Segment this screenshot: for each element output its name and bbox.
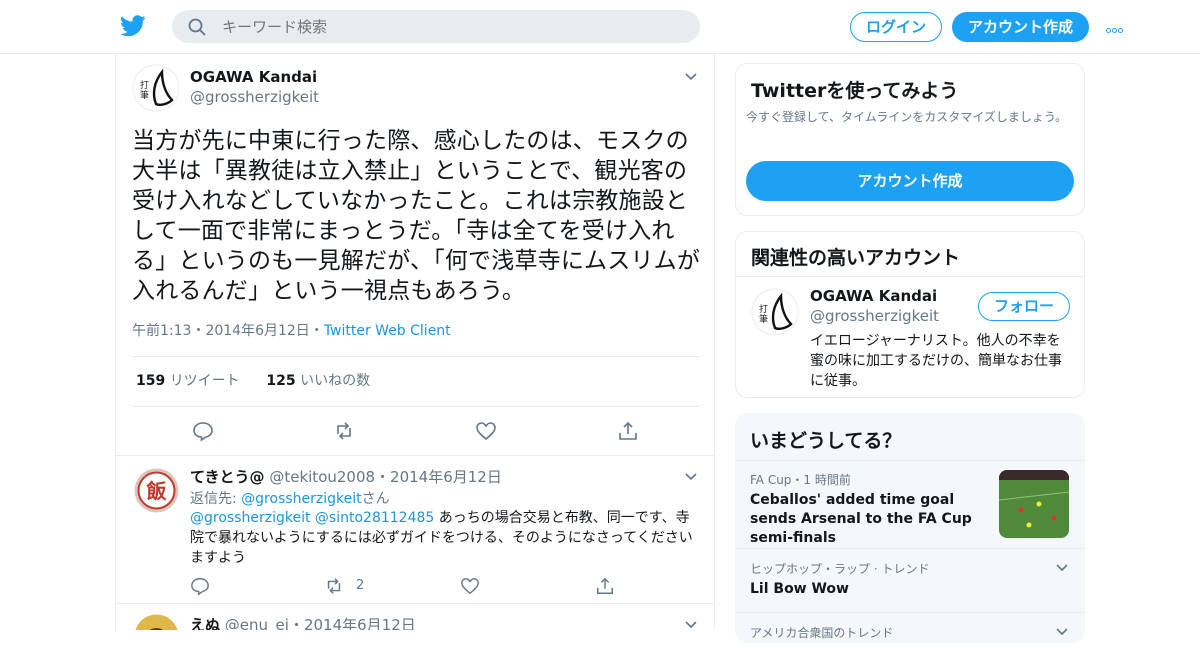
trends-title: いまどうしてる？ [750,430,902,452]
chevron-down-icon[interactable] [1055,627,1069,637]
related-account-bio: イエロージャーナリスト。他人の不幸を蜜の味に加工するだけの、簡単なお仕事に従事。 [810,333,1062,389]
reply-date[interactable]: ・2014年6月12日 [375,468,502,486]
chevron-down-icon[interactable] [1055,563,1069,573]
avatar[interactable]: 打 筆 [132,64,180,112]
tweet-text: 当方が先に中東に行った際、感心したのは、モスクの大半は「異教徒は立入禁止」という… [132,128,701,304]
mention-link[interactable]: @grossherzigkeit [190,510,310,526]
search-box[interactable] [172,10,700,43]
svg-text:打: 打 [759,303,768,315]
reply-author-handle[interactable]: @enu_ei [225,616,289,630]
tweet-stats: 159 リツイート 125 いいねの数 [136,370,370,390]
like-stat[interactable]: 125 いいねの数 [266,373,370,389]
search-icon [188,18,206,36]
reply-avatar-glyph: 飯 [146,479,167,503]
divider [736,276,1084,277]
reply-author-name[interactable]: えぬ [190,616,220,630]
tweet-column: 打 筆 OGAWA Kandai @grossherzigkeit 当方が先に中… [115,54,715,630]
related-account-name[interactable]: OGAWA Kandai [810,287,937,305]
main-tweet: 打 筆 OGAWA Kandai @grossherzigkeit 当方が先に中… [116,54,714,456]
signup-card-title: Twitterを使ってみよう [751,80,959,102]
divider [132,356,700,357]
retweet-icon[interactable] [333,420,355,442]
reply-actions: 2 [190,576,690,596]
like-icon[interactable] [475,420,497,442]
signup-card-subtitle: 今すぐ登録して、タイムラインをカスタマイズしましょう。 [746,110,1068,124]
related-accounts-title: 関連性の高いアカウント [751,247,961,269]
login-button[interactable]: ログイン [850,12,942,42]
signup-button[interactable]: アカウント作成 [952,12,1089,42]
trend-context: FA Cup・1 時間前 [750,473,851,487]
share-icon[interactable] [617,420,639,442]
trend-item[interactable]: アメリカ合衆国のトレンド [735,612,1085,652]
trend-title: Lil Bow Wow [750,581,849,597]
chevron-down-icon[interactable] [684,620,698,630]
reply-header: てきとう@ @tekitou2008・2014年6月12日 [190,466,502,487]
reply-header: えぬ @enu_ei・2014年6月12日 [190,614,416,630]
retweet-icon[interactable] [324,576,344,596]
tweet-actions [116,420,714,448]
svg-text:打: 打 [140,79,149,91]
avatar[interactable] [134,614,179,630]
divider [132,406,700,407]
reply-icon[interactable] [190,576,210,596]
svg-text:筆: 筆 [140,89,149,101]
svg-text:筆: 筆 [759,313,768,325]
more-options-icon[interactable] [1106,18,1130,34]
reply-tweet[interactable]: 飯 てきとう@ @tekitou2008・2014年6月12日 返信先: @gr… [116,456,714,604]
reply-to-user-link[interactable]: @grossherzigkeit [241,491,361,507]
related-account-handle[interactable]: @grossherzigkeit [810,307,939,325]
trend-context: ヒップホップ・ラップ · トレンド [750,562,930,576]
reply-text: @grossherzigkeit @sinto28112485 あっちの場合交易… [190,510,693,566]
reply-author-handle[interactable]: @tekitou2008 [269,468,375,486]
follow-button[interactable]: フォロー [978,292,1070,321]
search-input[interactable] [222,10,682,43]
tweet-meta: 午前1:13・2014年6月12日・Twitter Web Client [132,320,451,340]
retweet-count: 2 [356,578,365,593]
tweet-client-link[interactable]: Twitter Web Client [324,323,451,339]
like-icon[interactable] [460,576,480,596]
related-accounts-card: 関連性の高いアカウント 打 筆 OGAWA Kandai @grossherzi… [735,231,1085,398]
share-icon[interactable] [595,576,615,596]
reply-tweet[interactable]: えぬ @enu_ei・2014年6月12日 [116,604,714,630]
chevron-down-icon[interactable] [684,472,698,482]
reply-icon[interactable] [192,420,214,442]
chevron-down-icon[interactable] [684,72,698,82]
trends-card: いまどうしてる？ FA Cup・1 時間前 Ceballos' added ti… [735,413,1085,643]
signup-card-button[interactable]: アカウント作成 [746,161,1074,201]
trend-item[interactable]: ヒップホップ・ラップ · トレンド Lil Bow Wow [735,548,1085,612]
twitter-bird-icon[interactable] [120,14,146,38]
reply-date[interactable]: ・2014年6月12日 [289,616,416,630]
author-handle[interactable]: @grossherzigkeit [190,88,319,106]
reply-author-name[interactable]: てきとう@ [190,468,265,486]
trend-title: Ceballos' added time goal sends Arsenal … [750,492,972,546]
top-bar: ログイン アカウント作成 [0,0,1200,54]
tweet-timestamp[interactable]: 午前1:13・2014年6月12日・ [132,323,324,339]
signup-card: Twitterを使ってみよう 今すぐ登録して、タイムラインをカスタマイズしましょ… [735,63,1085,216]
avatar[interactable]: 飯 [134,468,179,513]
author-name[interactable]: OGAWA Kandai [190,68,317,86]
trend-thumbnail [999,470,1069,538]
avatar[interactable]: 打 筆 [751,288,799,336]
mention-link[interactable]: @sinto28112485 [315,510,434,526]
reply-to-line: 返信先: @grossherzigkeitさん [190,491,390,507]
trend-item[interactable]: FA Cup・1 時間前 Ceballos' added time goal s… [735,460,1085,548]
trend-context: アメリカ合衆国のトレンド [750,626,894,640]
retweet-stat[interactable]: 159 リツイート [136,373,240,389]
